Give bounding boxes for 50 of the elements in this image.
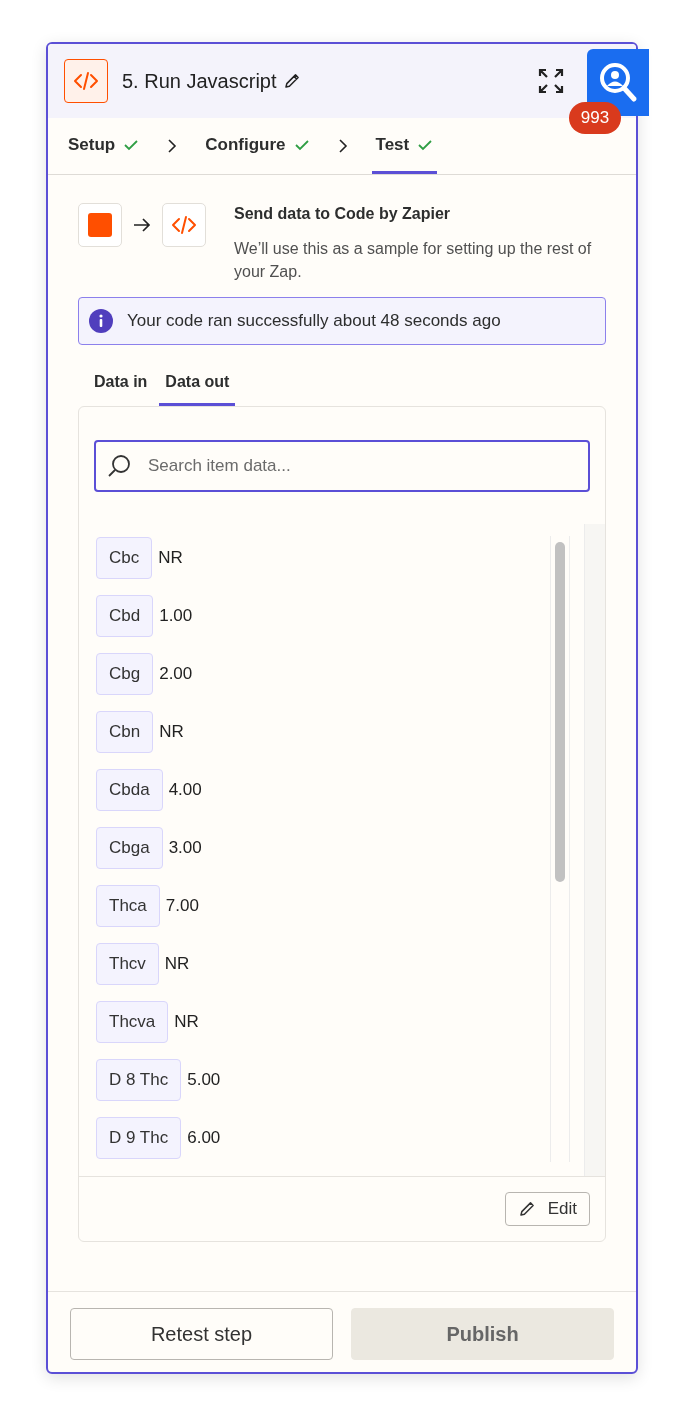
field-key[interactable]: Cbn bbox=[96, 711, 154, 753]
field-key[interactable]: Thcva bbox=[96, 1001, 169, 1043]
field-value: NR bbox=[159, 722, 184, 742]
field-key[interactable]: Cbga bbox=[96, 827, 163, 869]
field-value: 5.00 bbox=[187, 1070, 221, 1090]
step-title: 5. Run Javascript bbox=[122, 69, 277, 93]
check-icon bbox=[417, 138, 434, 151]
field-value: 3.00 bbox=[168, 838, 202, 858]
scrollbar[interactable] bbox=[550, 536, 570, 1162]
field-key[interactable]: Thca bbox=[96, 885, 160, 927]
pencil-icon[interactable] bbox=[282, 72, 301, 90]
search-field[interactable]: Search item data... bbox=[94, 440, 590, 492]
source-title: Send data to Code by Zapier bbox=[234, 205, 452, 223]
retest-button[interactable]: Retest step bbox=[70, 1308, 333, 1360]
field-key[interactable]: Cbg bbox=[96, 653, 154, 695]
arrow-icon bbox=[132, 217, 152, 233]
field-key[interactable]: Cbd bbox=[96, 595, 154, 637]
field-key[interactable]: Cbda bbox=[96, 769, 163, 811]
field-key[interactable]: D 9 Thc bbox=[96, 1117, 182, 1159]
chevron-icon bbox=[167, 138, 178, 154]
data-tab[interactable]: Data in bbox=[88, 369, 154, 406]
field-key[interactable]: D 8 Thc bbox=[96, 1059, 182, 1101]
step-tab[interactable]: Configure bbox=[201, 118, 314, 174]
code-icon bbox=[162, 203, 206, 247]
search-icon bbox=[106, 453, 132, 479]
user-search-icon bbox=[598, 60, 638, 105]
count-badge: 993 bbox=[569, 102, 621, 134]
code-icon bbox=[64, 59, 108, 103]
field-value: 4.00 bbox=[168, 780, 202, 800]
field-value: NR bbox=[158, 548, 183, 568]
field-value: NR bbox=[164, 954, 190, 974]
field-key[interactable]: Cbc bbox=[96, 537, 153, 579]
chevron-icon bbox=[337, 138, 348, 154]
field-value: 2.00 bbox=[159, 664, 193, 684]
step-tab[interactable]: Test bbox=[371, 118, 438, 174]
field-value: NR bbox=[174, 1012, 199, 1032]
expand-icon[interactable] bbox=[538, 68, 564, 94]
info-icon bbox=[89, 309, 113, 333]
step-tab[interactable]: Setup bbox=[64, 118, 144, 174]
field-value: 7.00 bbox=[165, 896, 199, 916]
check-icon bbox=[293, 138, 310, 151]
source-description: We’ll use this as a sample for setting up the rest of your Zap. bbox=[234, 239, 593, 282]
field-value: 1.00 bbox=[159, 606, 193, 626]
alert-text: Your code ran successfully about 48 seconds ago bbox=[127, 311, 501, 331]
field-value: 6.00 bbox=[187, 1128, 221, 1148]
check-icon bbox=[123, 138, 140, 151]
field-key[interactable]: Thcv bbox=[96, 943, 159, 985]
edit-button[interactable]: Edit bbox=[504, 1192, 590, 1226]
square-app-icon bbox=[78, 203, 122, 247]
pencil-icon bbox=[517, 1200, 536, 1218]
